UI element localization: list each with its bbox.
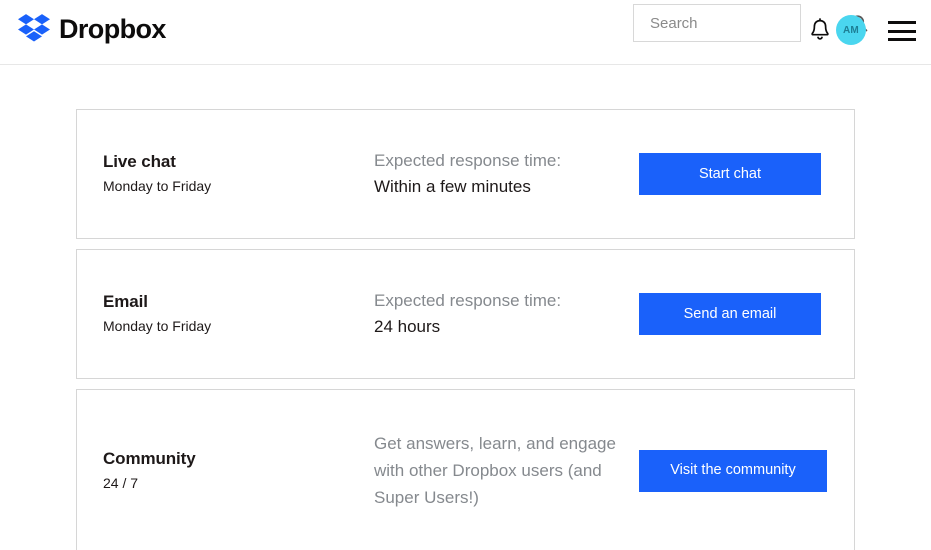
channel-action: Visit the community xyxy=(639,449,854,492)
channel-description: Get answers, learn, and engage with othe… xyxy=(374,433,616,508)
channel-name: Community xyxy=(103,448,196,468)
visit-the-community-button[interactable]: Visit the community xyxy=(639,449,827,492)
site-header: Dropbox AM xyxy=(0,0,931,65)
channel-info: Get answers, learn, and engage with othe… xyxy=(374,430,639,512)
support-channel-list: Live chat Monday to Friday Expected resp… xyxy=(76,109,855,550)
channel-action: Start chat xyxy=(639,153,854,195)
channel-hours: Monday to Friday xyxy=(103,318,212,335)
dropbox-logo-icon xyxy=(18,14,50,42)
hamburger-menu-icon[interactable] xyxy=(888,21,916,41)
channel-hours: Monday to Friday xyxy=(103,178,212,195)
avatar-initials: AM xyxy=(843,24,859,36)
channel-identity: Community 24 / 7 xyxy=(77,448,374,493)
search-box[interactable] xyxy=(633,4,868,42)
channel-hours: 24 / 7 xyxy=(103,474,139,491)
response-time-label: Expected response time: xyxy=(374,150,562,170)
start-chat-button[interactable]: Start chat xyxy=(639,153,821,195)
response-time-value: Within a few minutes xyxy=(374,176,531,196)
send-an-email-button[interactable]: Send an email xyxy=(639,293,821,335)
support-channel-card: Community 24 / 7 Get answers, learn, and… xyxy=(76,389,855,550)
support-channel-card: Email Monday to Friday Expected response… xyxy=(76,249,855,379)
avatar[interactable]: AM xyxy=(836,15,866,45)
channel-action: Send an email xyxy=(639,293,854,335)
channel-info: Expected response time: 24 hours xyxy=(374,289,639,339)
brand-name: Dropbox xyxy=(59,13,166,44)
notifications-button[interactable] xyxy=(808,18,832,44)
brand-home-link[interactable]: Dropbox xyxy=(18,14,166,44)
channel-name: Live chat xyxy=(103,152,176,172)
response-time-label: Expected response time: xyxy=(374,290,562,310)
channel-identity: Live chat Monday to Friday xyxy=(77,151,374,196)
support-channel-card: Live chat Monday to Friday Expected resp… xyxy=(76,109,855,239)
hamburger-line xyxy=(888,29,916,33)
channel-name: Email xyxy=(103,292,148,312)
hamburger-line xyxy=(888,21,916,24)
channel-identity: Email Monday to Friday xyxy=(77,291,374,336)
channel-info: Expected response time: Within a few min… xyxy=(374,149,639,199)
response-time-value: 24 hours xyxy=(374,316,441,336)
bell-icon xyxy=(811,18,829,40)
hamburger-line xyxy=(888,38,916,41)
